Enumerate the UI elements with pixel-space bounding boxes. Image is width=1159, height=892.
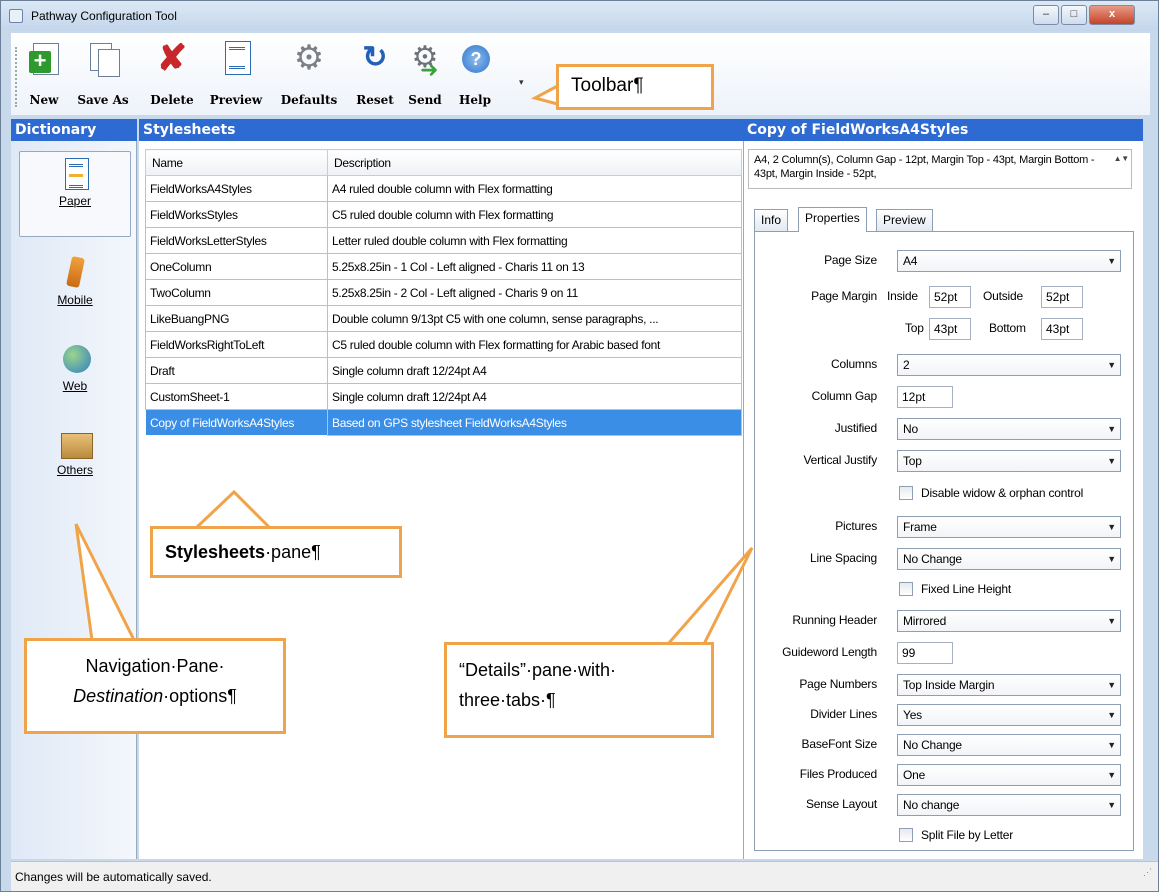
nav-callout-italic: Destination (73, 686, 164, 706)
toolbar-callout-text: Toolbar¶ (571, 75, 644, 96)
stylesheets-callout: Stylesheets·pane¶ (150, 526, 402, 578)
stylesheets-callout-pointer (192, 489, 274, 530)
details-callout-line1: “Details”·pane·with· (459, 660, 617, 680)
details-callout: “Details”·pane·with· three·tabs·¶ (444, 642, 714, 738)
details-callout-line2: three·tabs·¶ (459, 690, 556, 710)
nav-callout-line2: ·options¶ (163, 686, 237, 706)
details-callout-pointer (664, 547, 754, 646)
callout-pointers (74, 79, 754, 646)
nav-callout: Navigation·Pane· Destination·options¶ (24, 638, 286, 734)
toolbar-callout: Toolbar¶ (556, 64, 714, 110)
nav-callout-line1: Navigation·Pane· (85, 656, 225, 676)
nav-callout-pointer (74, 523, 137, 642)
stylesheets-callout-text: ·pane¶ (265, 542, 321, 562)
stylesheets-callout-bold: Stylesheets (165, 542, 266, 562)
